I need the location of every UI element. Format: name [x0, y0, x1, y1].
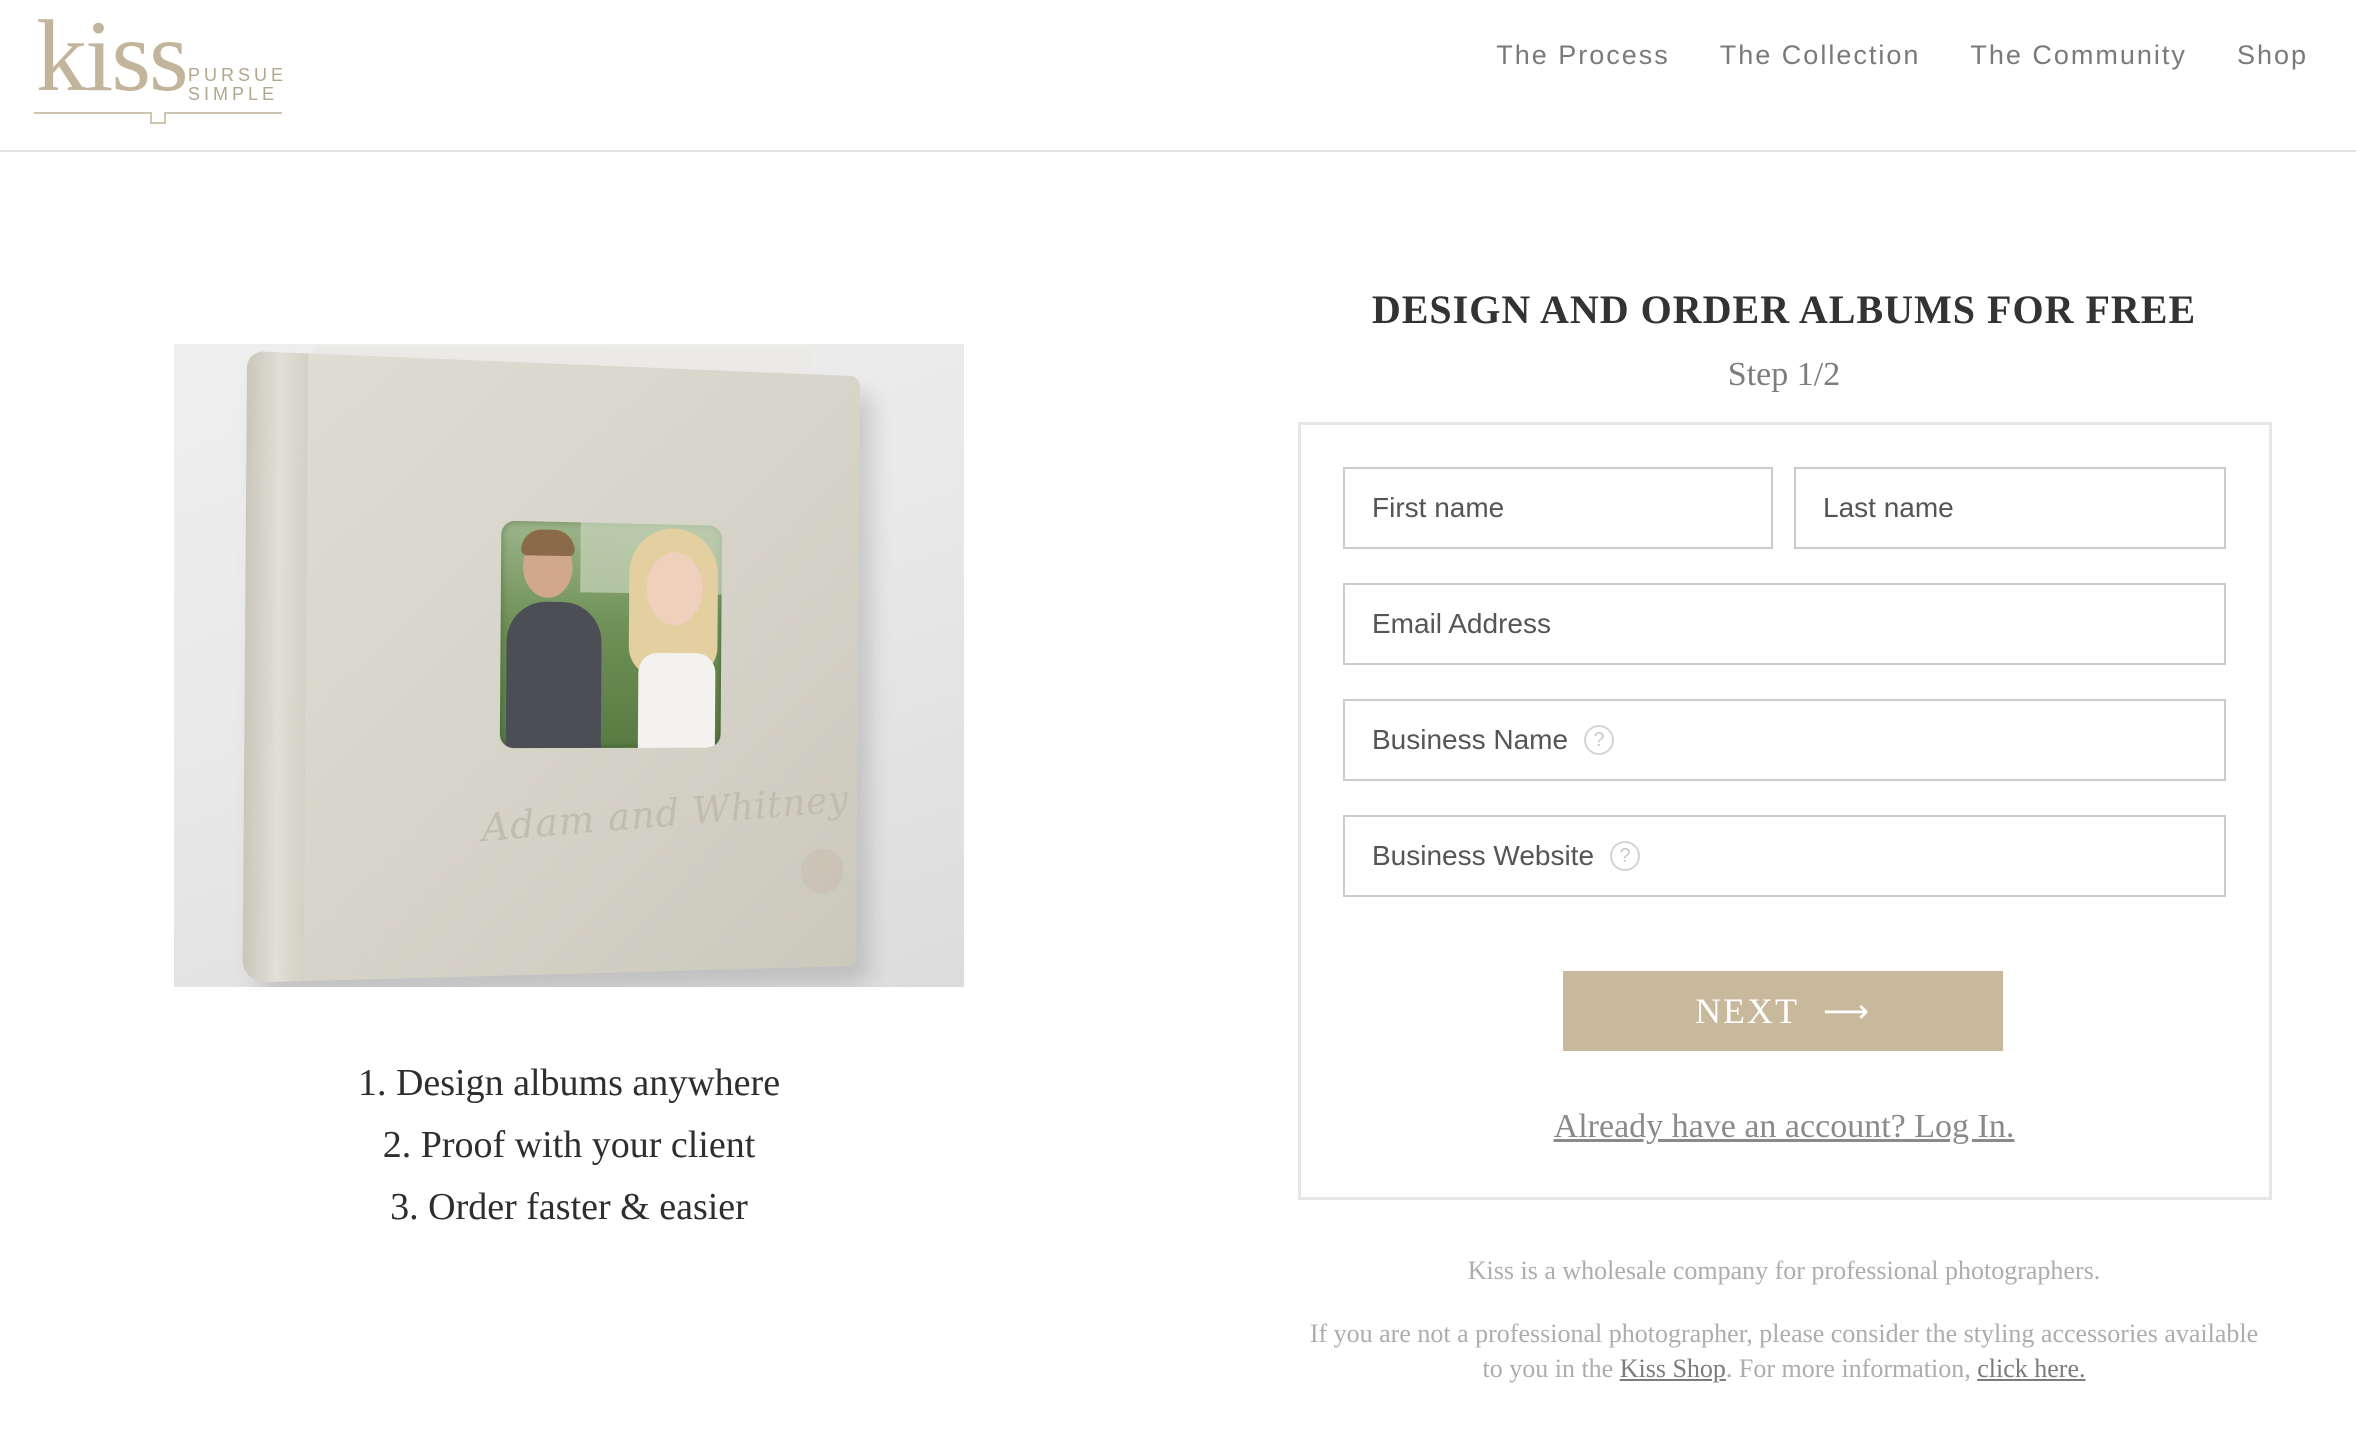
step-indicator: Step 1/2	[1298, 356, 2270, 394]
album-cover-mark	[801, 848, 844, 893]
feature-item: 2. Proof with your client	[174, 1114, 964, 1176]
nav-link-shop[interactable]: Shop	[2237, 40, 2308, 71]
logo-notch	[150, 112, 166, 124]
logo-tagline-bottom: SIMPLE	[188, 85, 278, 103]
arrow-right-icon: ⟶	[1823, 992, 1871, 1030]
business-name-input[interactable]: Business Name ?	[1343, 699, 2226, 781]
main-nav: The Process The Collection The Community…	[1496, 40, 2308, 71]
logo-wordmark: kiss	[36, 6, 187, 108]
last-name-input[interactable]: Last name	[1794, 467, 2226, 549]
business-website-placeholder: Business Website	[1372, 840, 1594, 872]
question-circle-icon[interactable]: ?	[1610, 841, 1640, 871]
next-button-label: NEXT	[1695, 990, 1799, 1032]
note-text-part2: . For more information,	[1726, 1354, 1977, 1383]
logo-tagline-top: PURSUE	[188, 66, 287, 84]
more-info-link[interactable]: click here.	[1977, 1354, 2085, 1383]
question-circle-icon[interactable]: ?	[1584, 725, 1614, 755]
album-cover-photo	[500, 521, 722, 749]
kiss-logo[interactable]: kiss PURSUE SIMPLE	[34, 14, 286, 126]
nav-link-the-collection[interactable]: The Collection	[1720, 40, 1921, 71]
nav-link-the-community[interactable]: The Community	[1970, 40, 2187, 71]
login-link[interactable]: Already have an account? Log In.	[1298, 1108, 2270, 1146]
album-spine	[243, 351, 309, 983]
feature-item: 1. Design albums anywhere	[174, 1052, 964, 1114]
album-embossed-names: Adam and Whitney	[480, 777, 850, 850]
photo-bride-dress	[638, 653, 716, 748]
next-button[interactable]: NEXT ⟶	[1563, 971, 2003, 1051]
photo-bride-face	[646, 552, 702, 626]
site-header: kiss PURSUE SIMPLE The Process The Colle…	[0, 0, 2356, 152]
business-name-placeholder: Business Name	[1372, 724, 1568, 756]
kiss-shop-link[interactable]: Kiss Shop	[1620, 1354, 1726, 1383]
business-website-input[interactable]: Business Website ?	[1343, 815, 2226, 897]
nav-link-the-process[interactable]: The Process	[1496, 40, 1670, 71]
email-placeholder: Email Address	[1372, 608, 1551, 640]
album-cover: Adam and Whitney	[243, 351, 860, 983]
last-name-placeholder: Last name	[1823, 492, 1954, 524]
first-name-input[interactable]: First name	[1343, 467, 1773, 549]
feature-item: 3. Order faster & easier	[174, 1176, 964, 1238]
album-product-photo: Adam and Whitney	[174, 344, 964, 987]
email-input[interactable]: Email Address	[1343, 583, 2226, 665]
wholesale-note: Kiss is a wholesale company for professi…	[1298, 1256, 2270, 1286]
first-name-placeholder: First name	[1372, 492, 1504, 524]
form-title: DESIGN AND ORDER ALBUMS FOR FREE	[1298, 286, 2270, 333]
feature-list: 1. Design albums anywhere 2. Proof with …	[174, 1052, 964, 1238]
photo-groom	[506, 601, 602, 748]
photo-groom-hair	[521, 529, 575, 556]
non-photographer-note: If you are not a professional photograph…	[1298, 1316, 2270, 1386]
